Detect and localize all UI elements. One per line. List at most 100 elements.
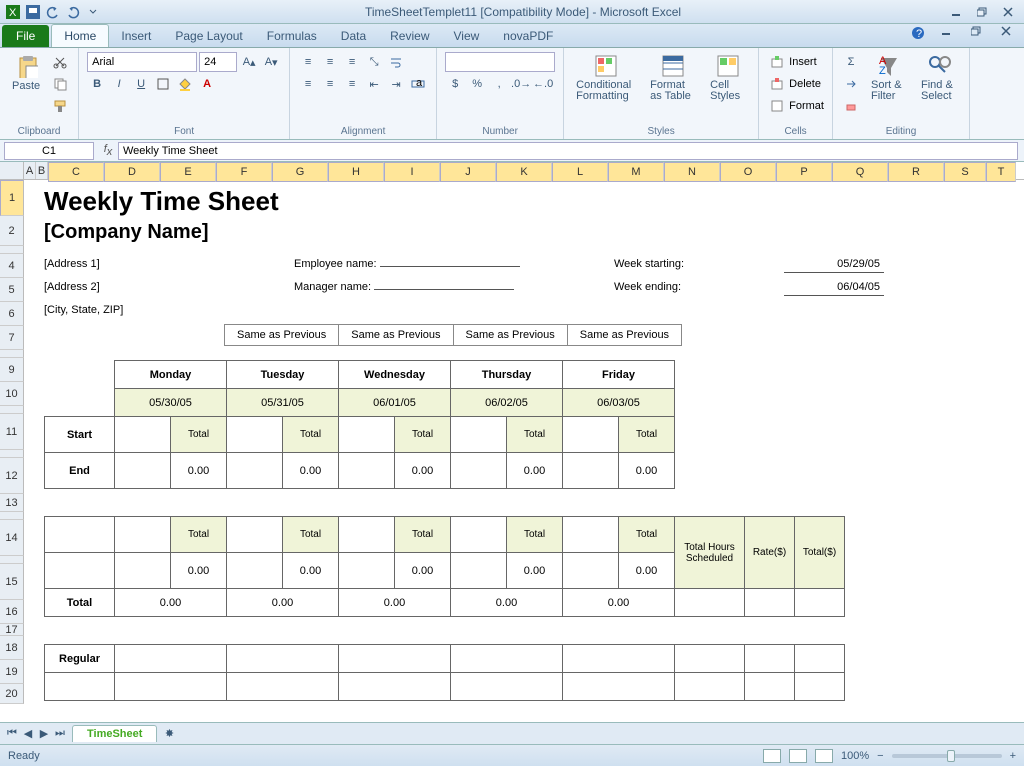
col-i[interactable]: I <box>384 162 440 182</box>
formula-input[interactable]: Weekly Time Sheet <box>118 142 1018 160</box>
zoom-slider[interactable] <box>892 754 1002 758</box>
wkend-value[interactable]: 06/04/05 <box>784 281 884 296</box>
tab-insert[interactable]: Insert <box>109 25 163 47</box>
font-color-icon[interactable]: A <box>197 74 217 94</box>
row-13[interactable]: 13 <box>0 494 24 512</box>
col-k[interactable]: K <box>496 162 552 182</box>
fx-icon[interactable]: fx <box>98 143 118 158</box>
tab-data[interactable]: Data <box>329 25 378 47</box>
redo-icon[interactable] <box>64 3 82 21</box>
font-name-select[interactable] <box>87 52 197 72</box>
tab-formulas[interactable]: Formulas <box>255 25 329 47</box>
col-s[interactable]: S <box>944 162 986 182</box>
excel-icon[interactable]: X <box>4 3 22 21</box>
row-6[interactable]: 6 <box>0 302 24 326</box>
col-e[interactable]: E <box>160 162 216 182</box>
col-f[interactable]: F <box>216 162 272 182</box>
number-format-select[interactable] <box>445 52 555 72</box>
row-14[interactable]: 14 <box>0 520 24 556</box>
emp-value[interactable] <box>380 264 520 267</box>
border-icon[interactable] <box>153 74 173 94</box>
autosum-icon[interactable]: Σ <box>841 52 861 72</box>
col-q[interactable]: Q <box>832 162 888 182</box>
row-12[interactable]: 12 <box>0 458 24 494</box>
delete-label[interactable]: Delete <box>789 78 821 90</box>
row-1[interactable]: 1 <box>0 180 24 216</box>
align-bottom-icon[interactable]: ≡ <box>342 52 362 72</box>
row-9[interactable]: 9 <box>0 358 24 382</box>
select-all-corner[interactable] <box>0 162 24 179</box>
close-icon[interactable] <box>996 4 1020 20</box>
file-tab[interactable]: File <box>2 25 49 47</box>
align-center-icon[interactable]: ≡ <box>320 74 340 94</box>
col-l[interactable]: L <box>552 162 608 182</box>
cut-icon[interactable] <box>50 52 70 72</box>
clear-icon[interactable] <box>841 96 861 116</box>
row-11b[interactable] <box>0 450 24 458</box>
row-19[interactable]: 19 <box>0 660 24 684</box>
row-10[interactable]: 10 <box>0 382 24 406</box>
row-5[interactable]: 5 <box>0 278 24 302</box>
italic-button[interactable]: I <box>109 74 129 94</box>
col-n[interactable]: N <box>664 162 720 182</box>
insert-label[interactable]: Insert <box>789 56 817 68</box>
col-m[interactable]: M <box>608 162 664 182</box>
col-t[interactable]: T <box>986 162 1016 182</box>
col-h[interactable]: H <box>328 162 384 182</box>
col-d[interactable]: D <box>104 162 160 182</box>
row-18[interactable]: 18 <box>0 636 24 660</box>
comma-icon[interactable]: , <box>489 74 509 94</box>
conditional-formatting-button[interactable]: Conditional Formatting <box>572 52 640 104</box>
format-label[interactable]: Format <box>789 100 824 112</box>
row-3[interactable] <box>0 246 24 254</box>
zoom-in-icon[interactable]: + <box>1010 750 1016 762</box>
minimize-icon[interactable] <box>944 4 968 20</box>
row-11[interactable]: 11 <box>0 414 24 450</box>
wrap-text-icon[interactable] <box>386 52 406 72</box>
row-13b[interactable] <box>0 512 24 520</box>
col-o[interactable]: O <box>720 162 776 182</box>
tab-home[interactable]: Home <box>51 24 109 47</box>
row-10b[interactable] <box>0 406 24 414</box>
worksheet[interactable]: A B C D E F G H I J K L M N O P Q R S T … <box>0 162 1024 722</box>
orientation-icon[interactable]: ⤡ <box>364 52 384 72</box>
row-4[interactable]: 4 <box>0 254 24 278</box>
accounting-icon[interactable]: $ <box>445 74 465 94</box>
undo-icon[interactable] <box>44 3 62 21</box>
tab-review[interactable]: Review <box>378 25 441 47</box>
col-a[interactable]: A <box>24 162 36 179</box>
zoom-out-icon[interactable]: − <box>877 750 883 762</box>
paste-button[interactable]: Paste <box>8 52 44 94</box>
increase-decimal-icon[interactable]: .0→ <box>511 74 531 94</box>
align-top-icon[interactable]: ≡ <box>298 52 318 72</box>
doc-minimize-icon[interactable] <box>934 23 958 39</box>
row-16[interactable]: 16 <box>0 600 24 624</box>
save-icon[interactable] <box>24 3 42 21</box>
sheet-tab-timesheet[interactable]: TimeSheet <box>72 725 157 742</box>
row-14b[interactable] <box>0 556 24 564</box>
page-break-view-icon[interactable] <box>815 749 833 763</box>
same-btn-3[interactable]: Same as Previous <box>454 324 568 346</box>
next-sheet-icon[interactable]: ▶ <box>36 726 52 742</box>
delete-cells-icon[interactable] <box>767 74 787 94</box>
underline-button[interactable]: U <box>131 74 151 94</box>
shrink-font-icon[interactable]: A▾ <box>261 52 281 72</box>
percent-icon[interactable]: % <box>467 74 487 94</box>
col-r[interactable]: R <box>888 162 944 182</box>
tab-view[interactable]: View <box>442 25 492 47</box>
row-20[interactable]: 20 <box>0 684 24 704</box>
same-btn-2[interactable]: Same as Previous <box>339 324 453 346</box>
decrease-decimal-icon[interactable]: ←.0 <box>533 74 553 94</box>
col-j[interactable]: J <box>440 162 496 182</box>
align-middle-icon[interactable]: ≡ <box>320 52 340 72</box>
grow-font-icon[interactable]: A▴ <box>239 52 259 72</box>
col-c[interactable]: C <box>48 162 104 182</box>
format-as-table-button[interactable]: Format as Table <box>646 52 700 104</box>
align-left-icon[interactable]: ≡ <box>298 74 318 94</box>
last-sheet-icon[interactable]: ⏭ <box>52 726 68 742</box>
same-btn-1[interactable]: Same as Previous <box>224 324 339 346</box>
format-painter-icon[interactable] <box>50 96 70 116</box>
doc-restore-icon[interactable] <box>964 23 988 39</box>
prev-sheet-icon[interactable]: ◀ <box>20 726 36 742</box>
first-sheet-icon[interactable]: ⏮ <box>4 726 20 742</box>
